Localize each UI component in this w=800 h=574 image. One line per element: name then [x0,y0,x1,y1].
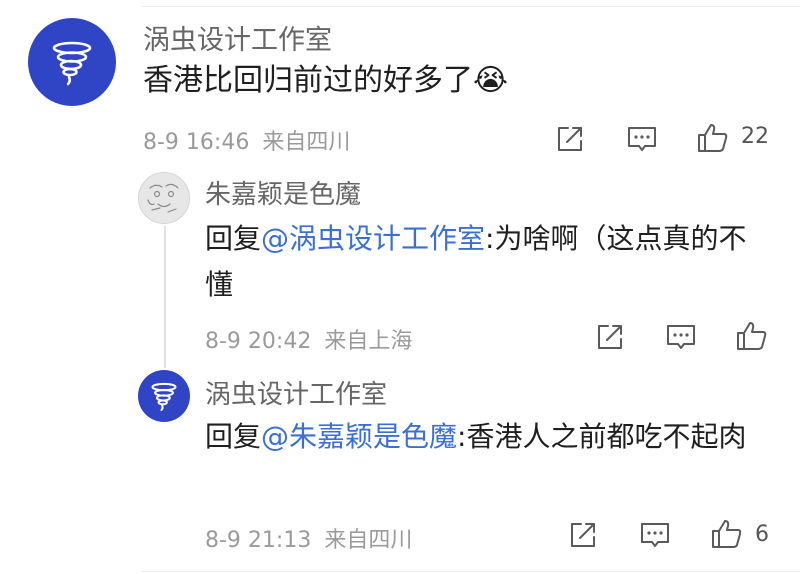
share-button[interactable] [565,518,601,552]
mention-link[interactable]: @朱嘉颖是色魔 [261,420,457,453]
reply-location: 来自四川 [324,528,413,553]
like-count: 6 [755,522,769,547]
like-button[interactable] [733,318,771,354]
reply-text: 回复@涡虫设计工作室:为啥啊（这点真的不懂 [205,216,765,308]
crying-emoji: 😭 [473,63,509,98]
share-icon [571,523,595,547]
like-button[interactable] [708,516,746,552]
reply-location: 来自上海 [324,329,413,354]
tornado-logo-icon [52,41,92,86]
reply-text: 回复@朱嘉颖是色魔:香港人之前都吃不起肉 [205,414,765,460]
avatar[interactable] [28,18,116,106]
like-button[interactable] [694,120,732,156]
comment-button[interactable] [663,320,699,354]
top-divider [142,6,800,7]
thread-line [164,226,166,368]
mention-link[interactable]: @涡虫设计工作室 [261,222,485,255]
reply-meta: 8-9 20:42 来自上海 [205,323,412,355]
comment-icon [667,325,695,349]
reply-date: 8-9 21:13 [205,528,312,553]
like-icon [698,124,728,152]
reply-avatar[interactable] [138,172,190,224]
comment-text: 香港比回归前过的好多了😭 [143,58,508,104]
reply-author[interactable]: 朱嘉颖是色魔 [205,174,361,211]
sketch-avatar-icon [147,183,179,213]
reply-date: 8-9 20:42 [205,329,312,354]
comment-button[interactable] [624,122,660,156]
comment-date: 8-9 16:46 [143,130,250,155]
comment-body: 香港比回归前过的好多了 [143,63,473,98]
like-count: 22 [741,124,769,149]
reply-prefix: 回复 [205,420,262,453]
like-icon [737,322,767,350]
reply-author[interactable]: 涡虫设计工作室 [205,374,387,411]
bottom-divider [142,571,800,572]
comment-author[interactable]: 涡虫设计工作室 [143,18,332,57]
comment-location: 来自四川 [262,130,351,155]
reply-body: :香港人之前都吃不起肉 [457,420,747,453]
share-icon [598,325,622,349]
share-button[interactable] [552,122,588,156]
tornado-logo-icon [151,382,177,412]
like-icon [712,520,742,548]
comment-button[interactable] [637,518,673,552]
comment-meta: 8-9 16:46 来自四川 [143,124,350,156]
share-button[interactable] [592,320,628,354]
reply-avatar[interactable] [138,370,190,422]
reply-meta: 8-9 21:13 来自四川 [205,522,412,554]
share-icon [558,127,582,151]
reply-prefix: 回复 [205,222,262,255]
comment-icon [641,523,669,547]
comment-icon [628,127,656,151]
